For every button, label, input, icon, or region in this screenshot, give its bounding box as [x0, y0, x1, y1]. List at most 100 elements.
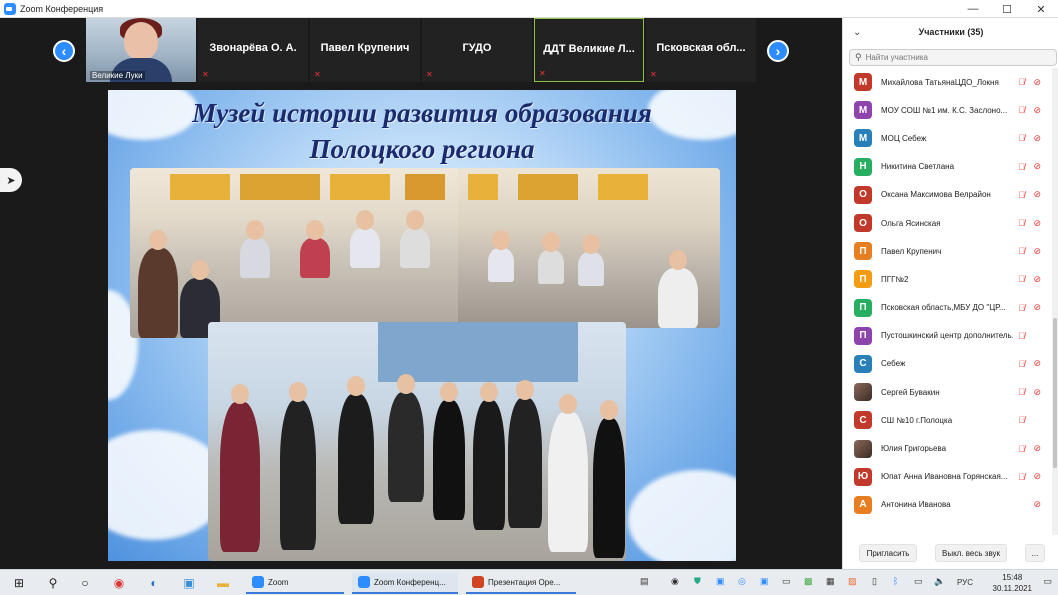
participant-name: Оксана Максимова Велрайон [881, 190, 991, 200]
strip-next-button[interactable]: › [767, 40, 789, 62]
tray-app-icon[interactable]: ▭ [782, 576, 791, 587]
video-off-icon[interactable]: ⊘ [1033, 443, 1041, 454]
scrollbar-thumb[interactable] [1053, 318, 1057, 468]
participant-row[interactable]: А Антонина Иванова ⊘ [843, 491, 1051, 519]
mic-muted-icon[interactable]: 🎙̸ [1018, 472, 1025, 482]
mic-muted-icon[interactable]: 🎙̸ [1018, 387, 1025, 397]
participant-row[interactable]: О Оксана Максимова Велрайон 🎙̸ ⊘ [843, 181, 1051, 209]
chrome-icon[interactable]: ◉ [110, 574, 128, 592]
photos-icon[interactable]: ▣ [180, 574, 198, 592]
video-off-icon[interactable]: ⊘ [1033, 218, 1041, 229]
mic-muted-icon[interactable]: 🎙̸ [1018, 444, 1025, 454]
tile-ddt-velikie-luki[interactable]: ДДТ Великие Л... ✕ [534, 18, 644, 82]
participant-name: Никитина Светлана [881, 162, 955, 172]
notifications-icon[interactable]: ▭ [1043, 576, 1052, 587]
minimize-button[interactable]: — [956, 0, 990, 18]
classroom-photo-1 [130, 168, 460, 338]
video-off-icon[interactable]: ⊘ [1033, 358, 1041, 369]
keyboard-icon[interactable]: ▤ [640, 576, 649, 587]
zoom-tray-icon[interactable]: ▣ [760, 576, 769, 587]
mic-muted-icon[interactable]: 🎙̸ [1018, 246, 1025, 256]
tray-app-icon[interactable]: ◎ [738, 576, 746, 587]
mic-muted-icon[interactable]: 🎙̸ [1018, 415, 1025, 425]
maximize-button[interactable]: ☐ [990, 0, 1024, 18]
mic-muted-icon[interactable]: 🎙̸ [1018, 77, 1025, 87]
participant-row[interactable]: С Себеж 🎙̸ ⊘ [843, 350, 1051, 378]
mic-muted-icon[interactable]: 🎙̸ [1018, 190, 1025, 200]
shield-icon[interactable]: ⛊ [694, 576, 701, 587]
taskbar-app-zoom-meeting[interactable]: Zoom Конференц... [352, 572, 458, 594]
participant-row[interactable]: П Пустошкинский центр дополнитель... 🎙̸ [843, 322, 1051, 350]
language-indicator[interactable]: РУС [957, 578, 973, 587]
search-icon[interactable]: ⚲ [44, 574, 62, 592]
participant-search[interactable]: ⚲ [849, 49, 1057, 66]
participant-search-input[interactable] [865, 53, 1046, 62]
bluetooth-icon[interactable]: ᛒ [893, 576, 898, 586]
tile-krupenich[interactable]: Павел Крупенич ✕ [310, 18, 420, 82]
avatar: А [854, 495, 872, 514]
close-button[interactable]: ✕ [1024, 0, 1058, 18]
taskbar-app-zoom[interactable]: Zoom [246, 572, 344, 594]
participant-row[interactable]: Сергей Бувакин 🎙̸ ⊘ [843, 378, 1051, 406]
mic-muted-icon[interactable]: 🎙̸ [1018, 331, 1025, 341]
avatar: П [854, 270, 872, 289]
tray-app-icon[interactable]: ◉ [671, 576, 679, 587]
nvidia-icon[interactable]: ▩ [804, 576, 813, 587]
volume-icon[interactable]: 🔈 [934, 576, 945, 587]
file-explorer-icon[interactable]: ▬ [214, 574, 232, 592]
taskbar-clock[interactable]: 15:48 30.11.2021 [993, 572, 1032, 594]
tile-zvonareva[interactable]: Звонарёва О. А. ✕ [198, 18, 308, 82]
mute-all-button[interactable]: Выкл. весь звук [935, 544, 1007, 562]
windows-start-icon[interactable]: ⊞ [10, 574, 28, 592]
edge-icon[interactable]: ◐ [145, 574, 163, 592]
mic-muted-icon[interactable]: 🎙̸ [1018, 162, 1025, 172]
mic-muted-icon[interactable]: 🎙̸ [1018, 218, 1025, 228]
participant-row[interactable]: М Михайлова ТатьянаЦДО_Локня 🎙̸ ⊘ [843, 68, 1051, 96]
video-off-icon[interactable]: ⊘ [1033, 105, 1041, 116]
tile-name: ГУДО [462, 42, 492, 54]
invite-button[interactable]: Пригласить [859, 544, 917, 562]
participant-row[interactable]: С СШ №10 г.Полоцка 🎙̸ [843, 406, 1051, 434]
participants-scrollbar[interactable] [1052, 68, 1058, 535]
participant-row[interactable]: Ю Юпат Анна Ивановна Горянская... 🎙̸ ⊘ [843, 463, 1051, 491]
taskbar-app-presentation[interactable]: Презентация Ope... [466, 572, 576, 594]
video-off-icon[interactable]: ⊘ [1033, 471, 1041, 482]
tray-app-icon[interactable]: ▨ [848, 576, 857, 587]
cortana-icon[interactable]: ○ [76, 574, 94, 592]
title-bar: Zoom Конференция — ☐ ✕ [0, 0, 1058, 18]
video-off-icon[interactable]: ⊘ [1033, 302, 1041, 313]
participant-row[interactable]: М МОЦ Себеж 🎙̸ ⊘ [843, 124, 1051, 152]
video-off-icon[interactable]: ⊘ [1033, 499, 1041, 510]
tile-pskovskaya[interactable]: Псковская обл... ✕ [646, 18, 756, 82]
participants-list[interactable]: М Михайлова ТатьянаЦДО_Локня 🎙̸ ⊘ М МОУ СОШ №… [843, 68, 1051, 535]
participant-row[interactable]: Юлия Григорьева 🎙̸ ⊘ [843, 434, 1051, 462]
participant-row[interactable]: П Псковская область,МБУ ДО "ЦР... 🎙̸ ⊘ [843, 294, 1051, 322]
mic-muted-icon[interactable]: 🎙̸ [1018, 133, 1025, 143]
tray-app-icon[interactable]: ▦ [826, 576, 835, 587]
participant-row[interactable]: П ПГГ№2 🎙̸ ⊘ [843, 265, 1051, 293]
network-icon[interactable]: ▭ [914, 576, 923, 587]
video-tile-velikie-luki[interactable]: Великие Луки [86, 18, 196, 82]
video-off-icon[interactable]: ⊘ [1033, 77, 1041, 88]
mic-muted-icon[interactable]: 🎙̸ [1018, 274, 1025, 284]
participant-row[interactable]: О Ольга Ясинская 🎙̸ ⊘ [843, 209, 1051, 237]
video-off-icon[interactable]: ⊘ [1033, 189, 1041, 200]
participant-row[interactable]: Н Никитина Светлана 🎙̸ ⊘ [843, 153, 1051, 181]
usb-icon[interactable]: ▯ [872, 576, 877, 587]
more-options-button[interactable]: ... [1025, 544, 1045, 562]
zoom-tray-icon[interactable]: ▣ [716, 576, 725, 587]
meeting-area: ‹ Великие Луки Звонарёва О. А. ✕ Павел К… [0, 18, 842, 569]
tile-gudo[interactable]: ГУДО ✕ [422, 18, 532, 82]
video-off-icon[interactable]: ⊘ [1033, 161, 1041, 172]
participant-row[interactable]: П Павел Крупенич 🎙̸ ⊘ [843, 237, 1051, 265]
pointer-icon[interactable]: ➤ [0, 168, 22, 192]
participant-row[interactable]: М МОУ СОШ №1 им. К.С. Заслоно... 🎙̸ ⊘ [843, 96, 1051, 124]
strip-prev-button[interactable]: ‹ [53, 40, 75, 62]
video-off-icon[interactable]: ⊘ [1033, 387, 1041, 398]
mic-muted-icon[interactable]: 🎙̸ [1018, 105, 1025, 115]
mic-muted-icon[interactable]: 🎙̸ [1018, 359, 1025, 369]
video-off-icon[interactable]: ⊘ [1033, 133, 1041, 144]
mic-muted-icon[interactable]: 🎙̸ [1018, 303, 1025, 313]
video-off-icon[interactable]: ⊘ [1033, 274, 1041, 285]
video-off-icon[interactable]: ⊘ [1033, 246, 1041, 257]
